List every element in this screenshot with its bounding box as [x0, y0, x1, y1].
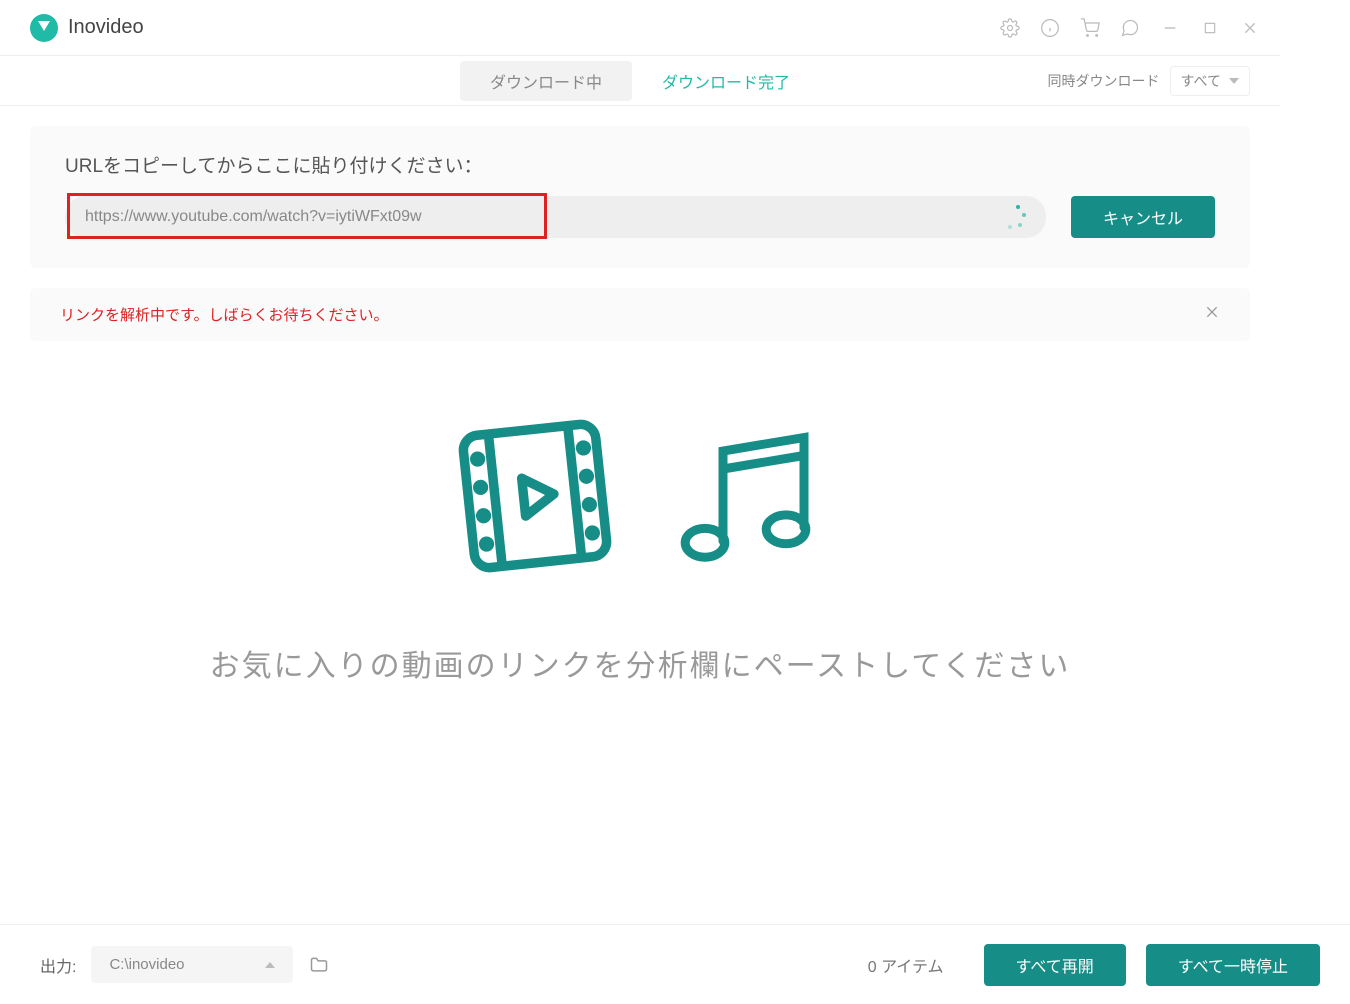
- close-icon[interactable]: [1240, 18, 1260, 38]
- open-folder-icon[interactable]: [308, 955, 330, 975]
- settings-icon[interactable]: [1000, 18, 1020, 38]
- cart-icon[interactable]: [1080, 18, 1100, 38]
- status-message: リンクを解析中です。しばらくお待ちください。: [60, 304, 389, 325]
- cancel-button[interactable]: キャンセル: [1071, 196, 1215, 238]
- concurrent-dropdown[interactable]: すべて: [1170, 66, 1250, 96]
- url-input[interactable]: [85, 208, 998, 226]
- music-icon: [660, 406, 840, 586]
- chevron-down-icon: [1229, 78, 1239, 84]
- resume-all-button[interactable]: すべて再開: [984, 944, 1126, 986]
- output-path-value: C:\inovideo: [109, 956, 184, 973]
- titlebar: Inovideo: [0, 0, 1280, 56]
- chat-icon[interactable]: [1120, 18, 1140, 38]
- empty-state: お気に入りの動画のリンクを分析欄にペーストしてください: [0, 401, 1280, 685]
- status-bar: リンクを解析中です。しばらくお待ちください。: [30, 288, 1250, 341]
- url-paste-section: URLをコピーしてからここに貼り付けください： キャンセル: [30, 126, 1250, 268]
- url-input-wrap: [65, 196, 1046, 238]
- output-label: 出力:: [40, 953, 76, 977]
- app-title: Inovideo: [68, 16, 144, 39]
- maximize-icon[interactable]: [1200, 18, 1220, 38]
- url-paste-label: URLをコピーしてからここに貼り付けください：: [65, 151, 1215, 178]
- item-count: 0 アイテム: [868, 953, 944, 977]
- output-path-dropdown[interactable]: C:\inovideo: [91, 946, 292, 983]
- video-icon: [440, 401, 630, 591]
- app-logo-wrap: Inovideo: [30, 14, 144, 42]
- status-close-icon[interactable]: [1204, 304, 1220, 325]
- loading-spinner-icon: [998, 203, 1026, 231]
- tab-completed[interactable]: ダウンロード完了: [632, 61, 820, 101]
- empty-state-text: お気に入りの動画のリンクを分析欄にペーストしてください: [210, 641, 1071, 685]
- chevron-up-icon: [265, 962, 275, 968]
- concurrent-value: すべて: [1181, 71, 1221, 91]
- minimize-icon[interactable]: [1160, 18, 1180, 38]
- pause-all-button[interactable]: すべて一時停止: [1146, 944, 1320, 986]
- concurrent-label: 同時ダウンロード: [1048, 71, 1160, 91]
- tab-downloading[interactable]: ダウンロード中: [460, 61, 632, 101]
- concurrent-download-control: 同時ダウンロード すべて: [1048, 66, 1250, 96]
- app-logo-icon: [30, 14, 58, 42]
- empty-illustration: [440, 401, 840, 591]
- footer: 出力: C:\inovideo 0 アイテム すべて再開 すべて一時停止: [0, 924, 1350, 1004]
- tabs-toolbar: ダウンロード中 ダウンロード完了 同時ダウンロード すべて: [0, 56, 1280, 106]
- tabs: ダウンロード中 ダウンロード完了: [460, 61, 820, 101]
- window-controls: [1000, 18, 1260, 38]
- info-icon[interactable]: [1040, 18, 1060, 38]
